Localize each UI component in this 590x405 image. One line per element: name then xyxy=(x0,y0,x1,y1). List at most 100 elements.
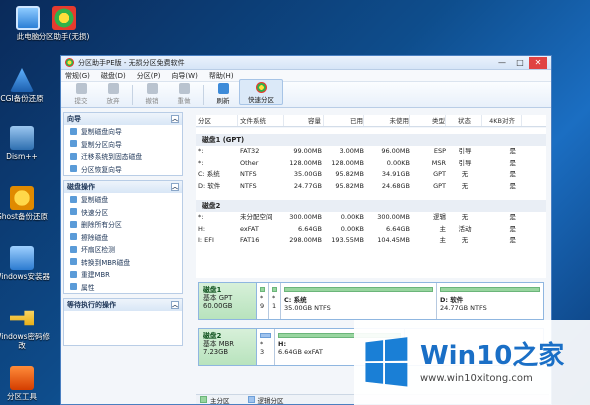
disk1-group-label[interactable]: 磁盘1 (GPT) xyxy=(196,134,546,146)
desktop-icon-label: Windows安装器 xyxy=(0,272,50,281)
cell-status: 无 xyxy=(461,181,469,190)
left-panel: 向导 ︿ 复制磁盘向导 复制分区向导 迁移系统到固态磁盘 分区恢复向导 磁盘操作… xyxy=(63,112,183,404)
table-row[interactable]: C: 系统 NTFS 35.00GB 95.82MB 34.91GB GPT 无 是 xyxy=(196,169,546,181)
op-label: 坏扇区检测 xyxy=(81,246,115,255)
cell-capacity: 24.77GB xyxy=(293,181,322,190)
close-button[interactable]: ✕ xyxy=(529,56,547,69)
cell-status: 无 xyxy=(461,236,469,244)
window-title: 分区助手PE版 - 无损分区免费软件 xyxy=(78,58,185,67)
cell-capacity: 298.00MB xyxy=(289,236,322,244)
col-status[interactable]: 状态 xyxy=(446,115,482,126)
pending-panel-header[interactable]: 等待执行的操作 ︿ xyxy=(64,299,182,311)
disk1-map-info[interactable]: 磁盘1 基本 GPT 60.00GB xyxy=(199,283,257,319)
col-free[interactable]: 未使用 xyxy=(364,115,410,126)
copy-disk-icon xyxy=(70,127,77,135)
col-type[interactable]: 类型 xyxy=(410,115,446,126)
cell-4k-align: 是 xyxy=(509,224,517,233)
cell-capacity: 128.00MB xyxy=(289,158,322,167)
partition-bar xyxy=(440,287,540,292)
desktop-icon-ghost[interactable]: Ghost备份还原 xyxy=(0,186,50,221)
disk2-map-type: 基本 MBR xyxy=(203,340,235,348)
quick-partition-button[interactable]: 快速分区 xyxy=(239,79,283,105)
quick-partition-icon xyxy=(70,208,77,216)
maximize-button[interactable]: □ xyxy=(511,57,529,69)
block-detail: 9 xyxy=(260,302,265,310)
pending-panel: 等待执行的操作 ︿ xyxy=(63,298,183,346)
title-bar[interactable]: 分区助手PE版 - 无损分区免费软件 — □ ✕ xyxy=(61,56,551,70)
collapse-icon[interactable]: ︿ xyxy=(171,183,179,191)
menu-partition[interactable]: 分区(P) xyxy=(137,71,161,81)
table-row[interactable]: *: 未分配空间 300.00MB 0.00KB 300.00MB 逻辑 无 是 xyxy=(196,212,546,224)
partition-bar xyxy=(260,333,271,338)
desktop-icon-cgi[interactable]: CGI备份还原 xyxy=(0,68,50,103)
cell-free: 6.64GB xyxy=(386,224,410,233)
cell-type: MSR xyxy=(431,158,446,167)
collapse-icon[interactable]: ︿ xyxy=(171,301,179,309)
discard-button[interactable]: 放弃 xyxy=(97,83,129,105)
cell-type: ESP xyxy=(433,147,446,155)
table-row[interactable]: D: 软件 NTFS 24.77GB 95.82MB 24.68GB GPT 无 是 xyxy=(196,181,546,193)
desktop-icon-password[interactable]: Windows密码修改 xyxy=(0,306,50,350)
col-4k-align[interactable]: 4KB对齐 xyxy=(482,115,522,126)
undo-button[interactable]: 撤销 xyxy=(136,83,168,105)
wizard-item-label: 复制磁盘向导 xyxy=(81,128,122,137)
col-filesystem[interactable]: 文件系统 xyxy=(238,115,284,126)
desktop-icon-partition-assistant[interactable]: 分区助手(无损) xyxy=(36,6,92,41)
refresh-button[interactable]: 刷新 xyxy=(207,83,239,105)
wizard-item-migrate-os[interactable]: 迁移系统到固态磁盘 xyxy=(64,150,182,163)
refresh-icon xyxy=(217,83,229,94)
menu-wizard[interactable]: 向导(W) xyxy=(171,71,197,81)
desktop-icon-label: Dism++ xyxy=(6,152,38,161)
disk-ops-panel-header[interactable]: 磁盘操作 ︿ xyxy=(64,181,182,193)
menu-general[interactable]: 常规(G) xyxy=(65,71,90,81)
cell-4k-align: 是 xyxy=(509,147,517,155)
disk2-group-label[interactable]: 磁盘2 xyxy=(196,200,546,212)
op-wipe-disk[interactable]: 擦除磁盘 xyxy=(64,231,182,244)
table-row[interactable]: *: Other 128.00MB 128.00MB 0.00KB MSR 引导 是 xyxy=(196,158,546,170)
col-used[interactable]: 已用 xyxy=(324,115,364,126)
op-copy-disk[interactable]: 复制磁盘 xyxy=(64,193,182,206)
toolbar-divider xyxy=(203,85,204,105)
wizard-item-copy-partition[interactable]: 复制分区向导 xyxy=(64,138,182,151)
op-quick-partition[interactable]: 快速分区 xyxy=(64,206,182,219)
table-row[interactable]: *: FAT32 99.00MB 3.00MB 96.00MB ESP 引导 是 xyxy=(196,146,546,158)
minimize-button[interactable]: — xyxy=(493,57,511,69)
op-label: 转换到MBR磁盘 xyxy=(81,258,131,267)
redo-button[interactable]: 重做 xyxy=(168,83,200,105)
disk1-block-esp[interactable]: * 9 xyxy=(257,283,269,319)
op-delete-all[interactable]: 删除所有分区 xyxy=(64,218,182,231)
pending-panel-title: 等待执行的操作 xyxy=(67,301,116,309)
disk2-map-name: 磁盘2 xyxy=(203,332,222,340)
disk1-map-row[interactable]: 磁盘1 基本 GPT 60.00GB * 9 * 1 C: 系统 35.00GB… xyxy=(198,282,544,320)
col-partition[interactable]: 分区 xyxy=(196,115,238,126)
menu-help[interactable]: 帮助(H) xyxy=(209,71,234,81)
disk2-map-info[interactable]: 磁盘2 基本 MBR 7.23GB xyxy=(199,329,257,365)
wizard-panel-header[interactable]: 向导 ︿ xyxy=(64,113,182,125)
op-bad-sector[interactable]: 坏扇区检测 xyxy=(64,243,182,256)
disk1-block-msr[interactable]: * 1 xyxy=(269,283,281,319)
wizard-item-recovery[interactable]: 分区恢复向导 xyxy=(64,163,182,176)
disk1-block-d[interactable]: D: 软件 24.77GB NTFS xyxy=(437,283,543,319)
op-rebuild-mbr[interactable]: 重建MBR xyxy=(64,268,182,281)
op-convert-mbr[interactable]: 转换到MBR磁盘 xyxy=(64,256,182,269)
table-row[interactable]: H: exFAT 6.64GB 0.00KB 6.64GB 主 活动 是 xyxy=(196,224,546,236)
desktop-icon-partition-tool[interactable]: 分区工具 xyxy=(0,366,50,401)
partition-bar xyxy=(272,287,277,292)
disk1-block-c[interactable]: C: 系统 35.00GB NTFS xyxy=(281,283,437,319)
desktop-icon-dism[interactable]: Dism++ xyxy=(0,126,50,161)
key-icon xyxy=(10,310,34,326)
collapse-icon[interactable]: ︿ xyxy=(171,115,179,123)
col-capacity[interactable]: 容量 xyxy=(284,115,324,126)
cell-4k-align: 是 xyxy=(509,181,517,190)
watermark-brand-suffix: 之家 xyxy=(512,341,565,371)
commit-button[interactable]: 提交 xyxy=(65,83,97,105)
desktop-icon-label: 分区助手(无损) xyxy=(38,32,90,41)
disk2-block-unallocated[interactable]: * 3 xyxy=(257,329,275,365)
op-properties[interactable]: 属性 xyxy=(64,281,182,294)
desktop-icon-windows-installer[interactable]: Windows安装器 xyxy=(0,246,50,281)
cgi-backup-icon xyxy=(10,68,34,92)
table-row[interactable]: I: EFI FAT16 298.00MB 193.55MB 104.45MB 主 无 是 xyxy=(196,235,546,247)
menu-disk[interactable]: 磁盘(D) xyxy=(101,71,126,81)
wizard-item-copy-disk[interactable]: 复制磁盘向导 xyxy=(64,125,182,138)
disk2-map-size: 7.23GB xyxy=(203,348,229,356)
